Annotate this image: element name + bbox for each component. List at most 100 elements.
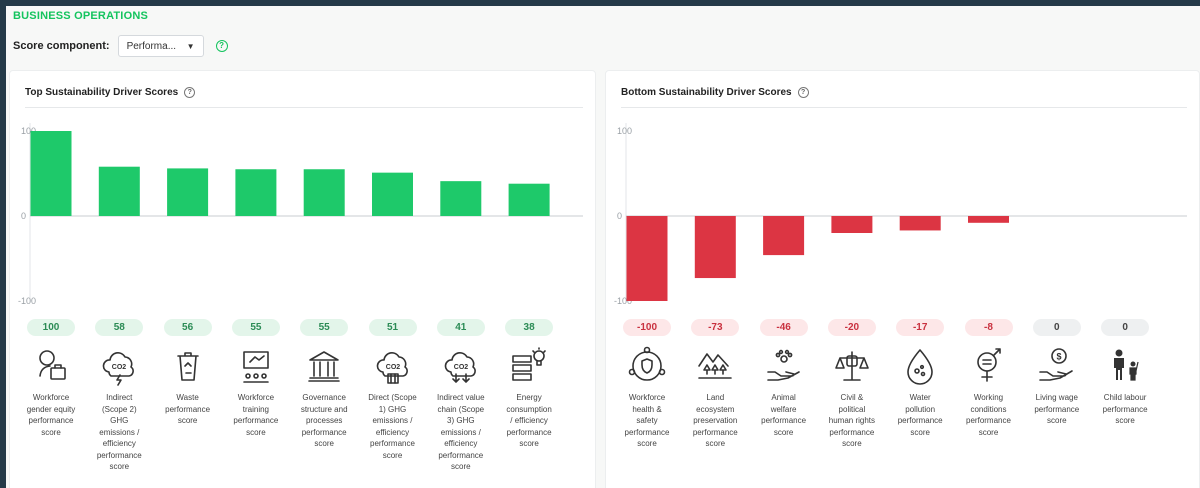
driver-cards: -100 Workforce health & safety performanc… [606,319,1199,488]
bar [167,168,209,216]
top-drivers-panel: Top Sustainability Driver Scores ? 100 0-… [9,70,596,488]
land-ecosystem-icon [698,353,733,379]
bar [694,216,736,279]
bar [626,216,668,301]
driver-label: Civil & political human rights performan… [828,393,876,448]
living-wage-icon: $ [1038,348,1073,381]
driver-label: Land ecosystem preservation performance … [692,393,738,448]
score-pill: -73 [691,319,740,336]
driver-label: Child labour performance score [1102,393,1148,425]
co2-cloud-factory-icon: CO2 [376,352,408,384]
score-component-label: Score component: [13,40,110,52]
driver-card[interactable]: -20 Civil & political human rights perfor… [827,319,877,450]
co2-cloud-arrows-icon: CO2 [444,352,476,383]
chevron-down-icon: ▼ [186,41,195,51]
driver-card[interactable]: -8 Working conditions performance score [964,319,1014,438]
score-pill: -46 [759,319,808,336]
driver-card[interactable]: 51 CO2 Direct (Scope 1) GHG emissions / ef… [368,319,418,461]
driver-label: Waste performance score [165,393,211,425]
driver-card[interactable]: -100 Workforce health & safety performanc… [622,319,672,450]
section-title: BUSINESS OPERATIONS [13,10,149,22]
svg-text:CO2: CO2 [385,364,400,371]
driver-label: Workforce health & safety performance sc… [624,393,670,448]
driver-cards: 100 Workforce gender equity performance s… [10,319,595,488]
driver-label: Water pollution performance score [897,393,943,437]
driver-card[interactable]: 100 Workforce gender equity performance s… [26,319,76,438]
bar [899,216,941,231]
governance-building-icon [308,351,340,382]
driver-label: Indirect value chain (Scope 3) GHG emiss… [437,393,485,471]
driver-label: Animal welfare performance score [761,393,807,437]
working-conditions-icon [976,348,1001,382]
svg-text:$: $ [1056,352,1061,362]
animal-welfare-icon [766,349,800,381]
driver-label: Energy consumption / efficiency performa… [506,393,552,448]
score-pill: 41 [436,319,485,336]
score-pill: 100 [27,319,75,336]
child-labour-icon [1114,349,1139,381]
driver-card[interactable]: -73 Land ecosystem preservation performan… [690,319,740,450]
score-pill: -8 [964,319,1013,336]
driver-card[interactable]: -17 Water pollution performance score [895,319,945,438]
driver-card[interactable]: 38 Energy consumption / efficiency perfor… [504,319,554,450]
co2-cloud-lightning-icon: CO2 [102,352,135,386]
bar [303,169,345,216]
score-pill: 51 [368,319,417,336]
driver-card[interactable]: 55 Governance structure and processes per… [299,319,349,450]
bar [98,166,140,216]
bar-chart: 1000-100 [614,123,1187,306]
score-component-select[interactable]: Performa... ▼ [117,35,204,57]
score-pill: 55 [300,319,349,336]
bar [831,216,873,233]
y-tick-label: -100 [18,296,36,306]
bar [30,131,72,216]
business-operations-view: BUSINESS OPERATIONS Score component: Per… [6,6,1200,488]
y-tick-label: 100 [617,126,632,136]
score-pill: -17 [896,319,945,336]
driver-card[interactable]: -46 Animal welfare performance score [759,319,809,438]
driver-label: Governance structure and processes perfo… [300,393,348,448]
bar [235,169,277,216]
score-component-value: Performa... [126,40,177,52]
y-tick-label: 0 [617,211,622,221]
score-pill: -100 [623,319,671,336]
driver-card[interactable]: 0 Child labour performance score [1100,319,1150,427]
health-safety-icon [628,346,666,381]
bar [763,216,805,256]
score-pill: 0 [1101,319,1150,336]
score-pill: 38 [505,319,554,336]
driver-label: Workforce gender equity performance scor… [26,393,76,437]
svg-text:CO2: CO2 [454,364,469,371]
bar [372,172,413,216]
svg-text:CO2: CO2 [112,364,127,371]
energy-battery-bulb-icon [512,347,546,381]
bar [508,183,550,216]
water-pollution-icon [907,349,933,385]
bottom-drivers-panel: Bottom Sustainability Driver Scores ? 10… [605,70,1200,488]
driver-card[interactable]: 58 CO2 Indirect (Scope 2) GHG emissions / … [94,319,144,473]
driver-label: Working conditions performance score [966,393,1011,437]
score-pill: 0 [1032,319,1081,336]
driver-card[interactable]: 0 $ Living wage performance score [1032,319,1082,427]
driver-label: Living wage performance score [1034,393,1080,425]
score-pill: 58 [95,319,144,336]
y-tick-label: 0 [21,211,26,221]
driver-card[interactable]: 56 Waste performance score [163,319,213,427]
driver-card[interactable]: 55 Workforce training performance score [231,319,281,438]
training-presentation-icon [243,351,269,383]
bar [968,216,1009,223]
driver-label: Workforce training performance score [233,393,279,437]
recycle-bin-icon [176,352,199,381]
gender-equity-icon [39,350,66,380]
score-pill: -20 [827,319,876,336]
help-icon[interactable]: ? [215,40,228,52]
score-pill: 55 [231,319,280,336]
score-pill: 56 [163,319,212,336]
bar-chart: 1000-100 [18,123,583,306]
driver-card[interactable]: 41 CO2 Indirect value chain (Scope 3) GHG … [436,319,486,473]
human-rights-icon [835,351,869,381]
bar [440,181,482,216]
score-component-row: Score component: Performa... ▼ ? [13,34,228,58]
driver-label: Direct (Scope 1) GHG emissions / efficie… [368,393,417,460]
driver-label: Indirect (Scope 2) GHG emissions / effic… [96,393,142,471]
